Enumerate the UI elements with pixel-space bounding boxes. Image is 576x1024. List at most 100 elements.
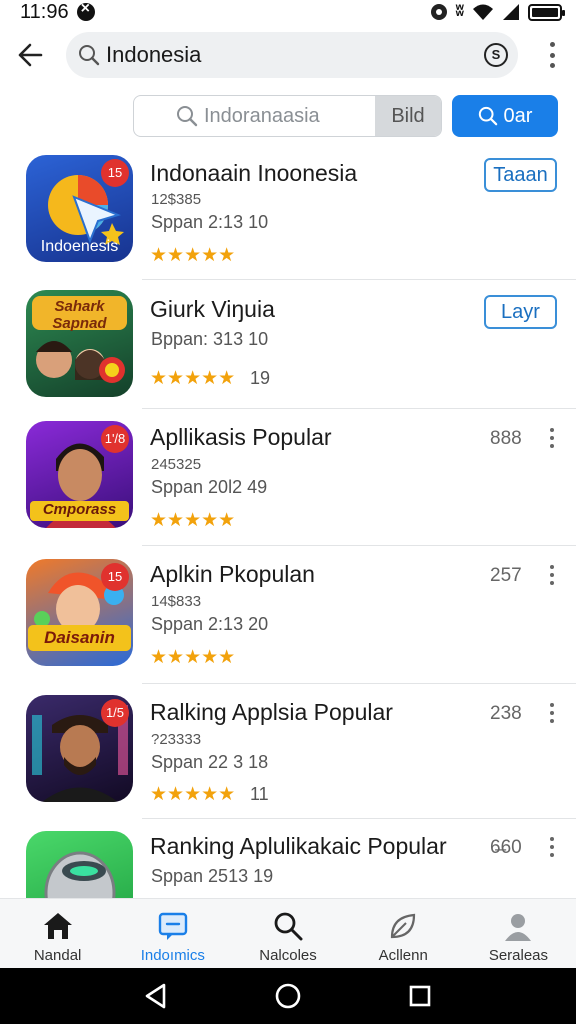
vpn-icon: ʬ [455,3,464,20]
bottom-nav: Nandal Indoımics Nalcoles Acllenn Serale… [0,898,576,968]
app-icon[interactable]: 15 Indoenesis [26,155,133,262]
rating-count: 11 [250,784,269,804]
notification-icon [76,0,95,21]
search-bar[interactable]: Indonesia S [66,32,518,78]
list-item[interactable]: Ranking Aplulikakaic Popular Sppan 2513 … [0,819,576,898]
app-meta: Sppan 2513 19 [151,866,274,886]
nav-item-home[interactable]: Nandal [0,899,115,968]
app-icon[interactable] [26,831,133,898]
search-icon [176,105,198,127]
side-number: 257 [490,565,522,586]
notification-badge: 15 [101,159,129,187]
recents-nav-button[interactable] [405,981,435,1011]
sync-icon [431,4,448,20]
app-icon[interactable]: 15 Daisanin [26,559,133,666]
app-meta: Bppan: 313 10 [151,329,269,349]
rating-stars: ★★★★★ [150,784,236,805]
primary-search-label: 0ar [503,104,533,127]
app-code: 245325 [151,456,202,473]
notification-badge: 1/5 [101,699,129,727]
row-more-button[interactable] [548,428,556,448]
app-code: 12$385 [151,191,202,208]
list-item[interactable]: 15 Indoenesis Indonaain Inoonesia 12$385… [0,148,576,280]
list-item[interactable]: 1/5 Ralking Applsia Popular ?23333 Sppan… [0,684,576,819]
home-nav-button[interactable] [273,981,303,1011]
app-icon-caption: Cmporass [42,501,117,518]
install-button[interactable]: Layr [484,295,557,329]
app-title: Ranking Aplulikakaic Popular [150,833,447,859]
app-meta: Sppan 2:13 20 [151,614,269,634]
install-button[interactable]: Taaan [484,158,557,192]
more-options-button[interactable] [540,40,564,70]
rating-stars: ★★★★★ [150,245,236,266]
search-icon [78,44,100,66]
app-title: Aplkin Pkopulan [150,561,315,587]
app-icon-caption: Indoenesis [40,238,119,255]
row-more-button[interactable] [548,565,556,585]
triangle-back-icon [145,983,166,1009]
app-code: 14$833 [151,593,202,610]
rating-count: 19 [250,368,271,388]
rating-stars: ★★★★★ [150,510,236,531]
back-nav-button[interactable] [141,981,171,1011]
search-input[interactable]: Indonesia [106,42,484,68]
system-nav-bar [0,968,576,1024]
app-title: Apllikasis Popular [150,424,332,450]
build-button[interactable]: Bild [375,96,441,136]
notification-badge: 1'/8 [101,425,129,453]
rating-stars: ★★★★★ [150,368,236,389]
app-icon-caption: Sahark Sapnad [52,298,107,332]
app-icon-caption: Daisanin [44,628,115,647]
wifi-icon [473,4,493,20]
nav-item-messages[interactable]: Indoımics [115,899,230,968]
row-more-button[interactable] [548,837,556,857]
status-icons: ʬ [431,3,565,21]
app-meta: Sppan 22 3 18 [151,752,269,772]
app-list: 15 Indoenesis Indonaain Inoonesia 12$385… [0,148,576,898]
row-more-button[interactable] [548,703,556,723]
assistant-icon[interactable]: S [484,43,508,67]
circle-home-icon [275,983,301,1009]
leaf-icon [386,909,420,943]
list-item[interactable]: 15 Daisanin Aplkin Pkopulan 14$833 Sppan… [0,546,576,684]
list-item[interactable]: 1'/8 Cmporass Apllikasis Popular 245325 … [0,409,576,546]
status-time: 11:96 [20,0,69,23]
nav-label: Acllenn [378,947,428,964]
nav-label: Indoımics [140,947,205,964]
primary-search-button[interactable]: 0ar [452,95,558,137]
nav-item-activity[interactable]: Acllenn [346,899,461,968]
app-title: Indonaain Inoonesia [150,160,358,186]
back-arrow-icon [18,43,43,67]
secondary-search-field[interactable]: Indoranaasia Bild [133,95,442,137]
message-icon [156,909,190,943]
side-number: 238 [490,703,522,724]
signal-icon [503,4,519,20]
list-item[interactable]: Sahark Sapnad Giurk Viŋuia Bppan: 313 10… [0,280,576,409]
status-bar: 11:96 ʬ [0,0,576,24]
app-title: Ralking Applsia Popular [150,699,393,725]
app-meta: Sppan 2:13 10 [151,212,269,232]
search-header: Indonesia S [0,30,576,80]
nav-item-profile[interactable]: Seraleas [461,899,576,968]
rating-stars: ★★★★★ [150,647,236,668]
person-icon [501,909,535,943]
app-logo-icon [44,851,116,898]
app-icon[interactable]: 1'/8 Cmporass [26,421,133,528]
secondary-search-input[interactable]: Indoranaasia [204,105,375,128]
notification-badge: 15 [101,563,129,591]
square-recents-icon [409,985,431,1007]
search-icon [478,106,497,126]
app-code: ?23333 [151,731,202,748]
nav-label: Nalcoles [259,947,317,964]
app-icon[interactable]: 1/5 [26,695,133,802]
home-icon [41,909,75,943]
nav-item-search[interactable]: Nalcoles [230,899,345,968]
screen: 11:96 ʬ Indonesia S Indoranaasia Bild [0,0,576,1024]
nav-label: Nandal [33,947,82,964]
app-icon[interactable]: Sahark Sapnad [26,290,133,397]
app-meta: Sppan 20l2 49 [151,477,268,497]
back-button[interactable] [10,35,50,75]
nav-label: Seraleas [488,947,549,964]
search-icon [271,909,305,943]
battery-icon [528,3,565,21]
